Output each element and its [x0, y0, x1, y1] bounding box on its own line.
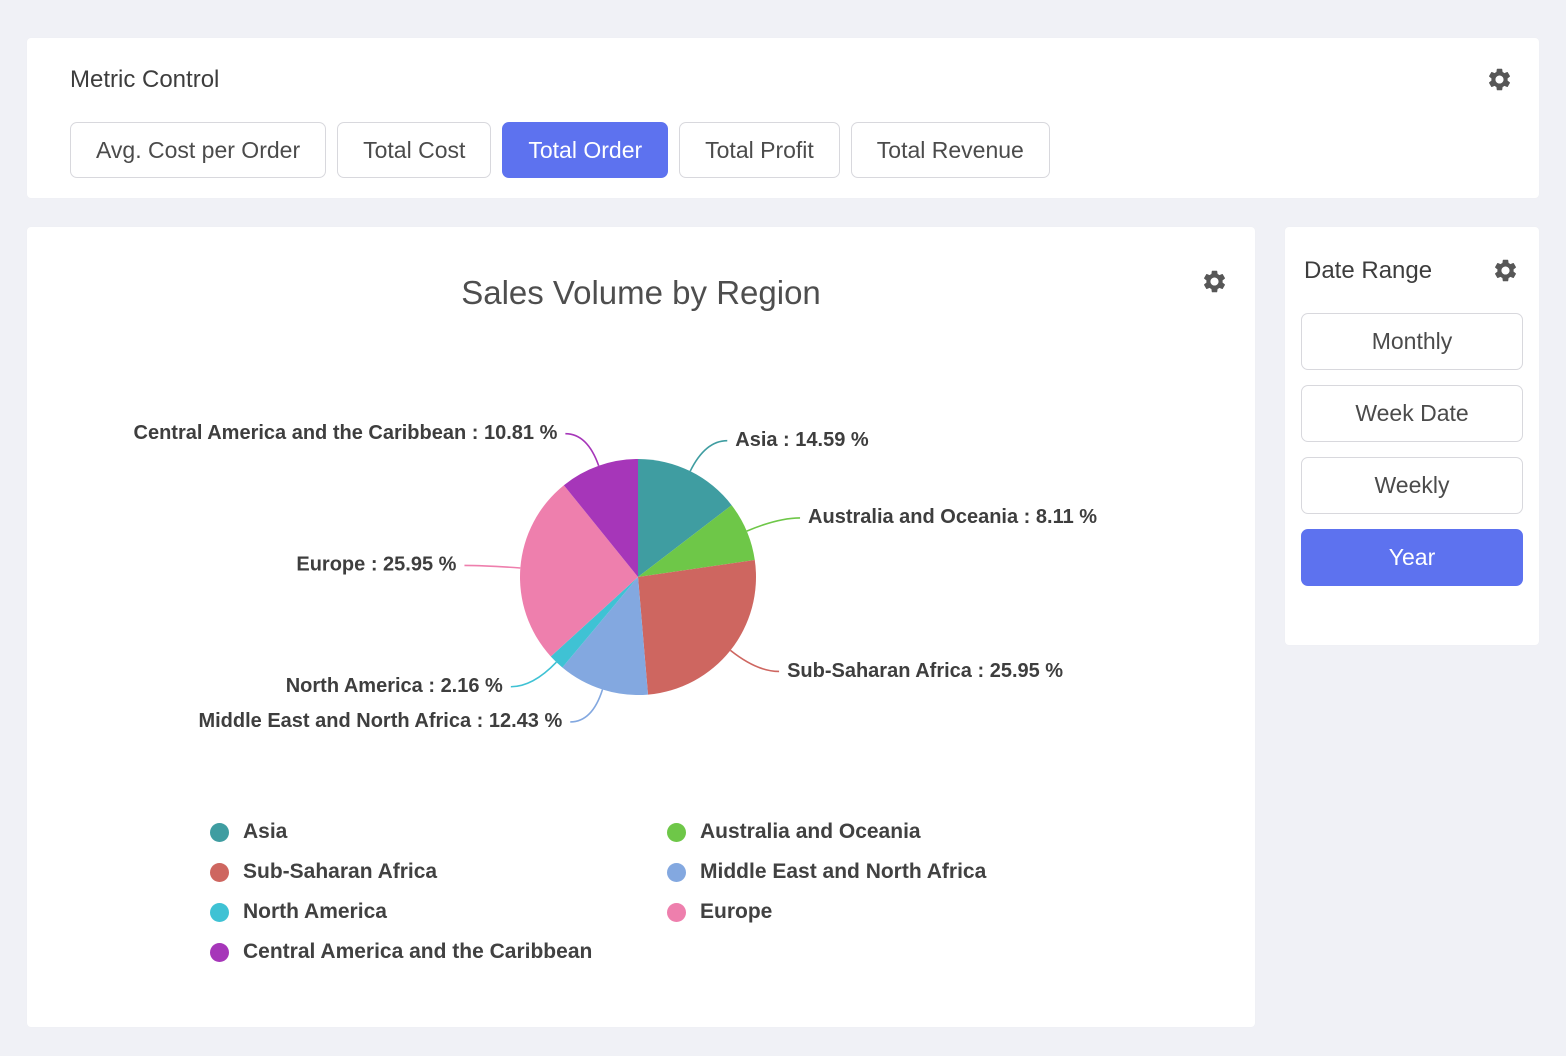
legend-label-central-america-and-the-caribbean: Central America and the Caribbean: [243, 940, 592, 964]
legend-label-middle-east-and-north-africa: Middle East and North Africa: [700, 860, 986, 884]
legend-label-australia-and-oceania: Australia and Oceania: [700, 820, 921, 844]
legend-dot-sub-saharan-africa: [210, 863, 229, 882]
pie-label-asia: Asia : 14.59 %: [735, 429, 869, 451]
metric-control-title: Metric Control: [70, 66, 219, 94]
pie-label-line-australia-and-oceania: [747, 518, 800, 531]
legend-dot-australia-and-oceania: [667, 823, 686, 842]
legend-label-north-america: North America: [243, 900, 387, 924]
metric-control-card: Metric Control Avg. Cost per OrderTotal …: [27, 38, 1539, 198]
chart-title: Sales Volume by Region: [27, 274, 1255, 312]
pie-label-line-sub-saharan-africa: [730, 650, 779, 671]
date-range-settings-gear-icon[interactable]: [1492, 257, 1519, 284]
pie-label-europe: Europe : 25.95 %: [296, 554, 456, 576]
legend-dot-north-america: [210, 903, 229, 922]
date-range-button-week-date[interactable]: Week Date: [1301, 385, 1523, 442]
pie-label-middle-east-and-north-africa: Middle East and North Africa : 12.43 %: [198, 710, 562, 732]
pie-label-line-central-america-and-the-caribbean: [565, 434, 598, 466]
legend-dot-central-america-and-the-caribbean: [210, 943, 229, 962]
legend-dot-middle-east-and-north-africa: [667, 863, 686, 882]
metric-control-settings-gear-icon[interactable]: [1486, 66, 1513, 93]
legend-item-north-america[interactable]: North America: [210, 900, 667, 924]
date-range-title: Date Range: [1304, 257, 1432, 285]
date-range-button-weekly[interactable]: Weekly: [1301, 457, 1523, 514]
legend-item-sub-saharan-africa[interactable]: Sub-Saharan Africa: [210, 860, 667, 884]
metric-button-group: Avg. Cost per OrderTotal CostTotal Order…: [70, 122, 1050, 178]
date-range-button-group: Monthly Week Date Weekly Year: [1301, 313, 1523, 586]
legend-item-middle-east-and-north-africa[interactable]: Middle East and North Africa: [667, 860, 986, 884]
pie-label-sub-saharan-africa: Sub-Saharan Africa : 25.95 %: [787, 660, 1063, 682]
metric-button-avg-cost-per-order[interactable]: Avg. Cost per Order: [70, 122, 326, 178]
metric-control-header: Metric Control: [27, 38, 1539, 94]
legend-dot-europe: [667, 903, 686, 922]
chart-settings-gear-icon[interactable]: [1201, 268, 1228, 295]
metric-button-total-order[interactable]: Total Order: [502, 122, 668, 178]
pie-label-line-europe: [464, 565, 520, 568]
date-range-button-year[interactable]: Year: [1301, 529, 1523, 586]
legend-label-sub-saharan-africa: Sub-Saharan Africa: [243, 860, 437, 884]
pie-chart: Asia : 14.59 % Australia and Oceania : 8.…: [27, 347, 1255, 817]
pie-label-central-america-and-the-caribbean: Central America and the Caribbean : 10.8…: [134, 422, 558, 444]
date-range-button-monthly[interactable]: Monthly: [1301, 313, 1523, 370]
date-range-header: Date Range: [1285, 227, 1539, 285]
date-range-card: Date Range Monthly Week Date Weekly Year: [1285, 227, 1539, 645]
pie-label-line-asia: [690, 441, 727, 471]
legend-item-australia-and-oceania[interactable]: Australia and Oceania: [667, 820, 986, 844]
legend-label-asia: Asia: [243, 820, 287, 844]
legend-item-europe[interactable]: Europe: [667, 900, 986, 924]
pie-label-australia-and-oceania: Australia and Oceania : 8.11 %: [808, 506, 1097, 528]
legend-dot-asia: [210, 823, 229, 842]
legend-item-asia[interactable]: Asia: [210, 820, 667, 844]
metric-button-total-profit[interactable]: Total Profit: [679, 122, 840, 178]
metric-button-total-revenue[interactable]: Total Revenue: [851, 122, 1050, 178]
legend-item-central-america-and-the-caribbean[interactable]: Central America and the Caribbean: [210, 940, 667, 964]
legend-label-europe: Europe: [700, 900, 772, 924]
chart-legend: Asia Australia and Oceania Sub-Saharan Afr…: [210, 820, 986, 964]
pie-label-north-america: North America : 2.16 %: [286, 675, 503, 697]
metric-button-total-cost[interactable]: Total Cost: [337, 122, 491, 178]
pie-label-line-middle-east-and-north-africa: [570, 690, 602, 722]
sales-volume-chart-card: Sales Volume by Region Asia : 14.59 % Aus…: [27, 227, 1255, 1027]
pie-slice-sub-saharan-africa[interactable]: [638, 560, 756, 695]
pie-label-line-north-america: [511, 662, 557, 687]
